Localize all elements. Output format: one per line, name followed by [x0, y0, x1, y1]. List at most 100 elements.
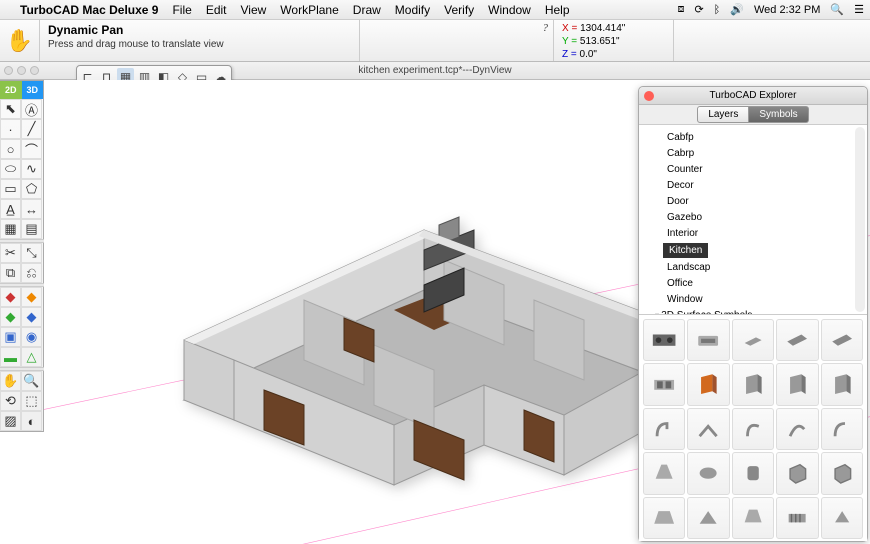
- pan-tool[interactable]: ✋: [0, 371, 21, 391]
- polygon-tool[interactable]: ⬠: [21, 179, 42, 199]
- annotation-tool[interactable]: A̲: [0, 199, 21, 219]
- prim-sphere-tool[interactable]: ◉: [21, 327, 42, 347]
- symbol-hood4[interactable]: [732, 497, 774, 539]
- circle-tool[interactable]: ○: [0, 139, 21, 159]
- extrude-orange-tool[interactable]: ◆: [21, 287, 42, 307]
- prim-cone-tool[interactable]: △: [21, 347, 42, 367]
- symbol-faucet1[interactable]: [643, 408, 685, 450]
- symbol-cabinet-gray2[interactable]: [776, 363, 818, 405]
- category-interior[interactable]: Interior: [663, 226, 867, 241]
- symbol-vent[interactable]: [776, 497, 818, 539]
- text-tool[interactable]: Ⓐ: [21, 99, 42, 119]
- symbol-faucet4[interactable]: [776, 408, 818, 450]
- render-tool[interactable]: ◐: [21, 411, 42, 431]
- explorer-panel: TurboCAD Explorer Layers Symbols Cabfp C…: [638, 86, 868, 542]
- symbol-hood1[interactable]: [643, 452, 685, 494]
- app-name[interactable]: TurboCAD Mac Deluxe 9: [20, 3, 158, 17]
- prim-cyl-tool[interactable]: ▬: [0, 347, 21, 367]
- menu-workplane[interactable]: WorkPlane: [280, 3, 338, 17]
- category-kitchen[interactable]: Kitchen: [663, 243, 708, 258]
- symbol-sink[interactable]: [687, 319, 729, 361]
- symbol-sink2[interactable]: [643, 363, 685, 405]
- category-gazebo[interactable]: Gazebo: [663, 210, 867, 225]
- spotlight-icon[interactable]: 🔍: [830, 3, 844, 16]
- symbol-hood5[interactable]: [821, 497, 863, 539]
- menu-window[interactable]: Window: [488, 3, 531, 17]
- menu-file[interactable]: File: [172, 3, 191, 17]
- symbol-fixture1[interactable]: [687, 452, 729, 494]
- tab-layers[interactable]: Layers: [697, 106, 749, 123]
- wireframe-tool[interactable]: ⬚: [21, 391, 42, 411]
- symbol-cabinet-gray1[interactable]: [732, 363, 774, 405]
- menu-bar: TurboCAD Mac Deluxe 9 File Edit View Wor…: [0, 0, 870, 20]
- symbol-cooktop[interactable]: [643, 319, 685, 361]
- sync-icon[interactable]: ⟳: [694, 3, 703, 16]
- symbol-counter2[interactable]: [776, 319, 818, 361]
- symbol-tree[interactable]: Cabfp Cabrp Counter Decor Door Gazebo In…: [639, 125, 867, 315]
- spline-tool[interactable]: ∿: [21, 159, 42, 179]
- close-button[interactable]: [644, 91, 654, 101]
- symbol-faucet5[interactable]: [821, 408, 863, 450]
- orbit-tool[interactable]: ⟲: [0, 391, 21, 411]
- offset-tool[interactable]: ⧉: [0, 263, 21, 283]
- section-3d-surface[interactable]: 3D Surface Symbols: [651, 308, 867, 315]
- category-cabfp[interactable]: Cabfp: [663, 130, 867, 145]
- category-office[interactable]: Office: [663, 276, 867, 291]
- symbol-grid: [639, 315, 867, 541]
- symbol-hood3[interactable]: [687, 497, 729, 539]
- category-door[interactable]: Door: [663, 194, 867, 209]
- trim-tool[interactable]: ✂: [0, 243, 21, 263]
- category-window[interactable]: Window: [663, 292, 867, 307]
- clock[interactable]: Wed 2:32 PM: [754, 4, 820, 16]
- ellipse-tool[interactable]: ⬭: [0, 159, 21, 179]
- notification-icon[interactable]: ☰: [854, 3, 864, 16]
- hatch-tool[interactable]: ▦: [0, 219, 21, 239]
- category-landscap[interactable]: Landscap: [663, 260, 867, 275]
- symbol-faucet3[interactable]: [732, 408, 774, 450]
- menu-draw[interactable]: Draw: [353, 3, 381, 17]
- symbol-box2[interactable]: [821, 452, 863, 494]
- shade-tool[interactable]: ▨: [0, 411, 21, 431]
- main-toolbox: 2D 3D ⬉ Ⓐ · ╱ ○ ⌒ ⬭ ∿ ▭ ⬠ A̲ ↔ ▦ ▤ ✂ ⤡ ⧉…: [0, 80, 44, 432]
- menu-modify[interactable]: Modify: [395, 3, 430, 17]
- mirror-tool[interactable]: ⎌: [21, 263, 42, 283]
- menu-edit[interactable]: Edit: [206, 3, 227, 17]
- tool-title: Dynamic Pan: [48, 23, 351, 37]
- fill-tool[interactable]: ▤: [21, 219, 42, 239]
- symbol-cabinet-gray3[interactable]: [821, 363, 863, 405]
- tab-symbols[interactable]: Symbols: [749, 106, 808, 123]
- line-tool[interactable]: ╱: [21, 119, 42, 139]
- category-decor[interactable]: Decor: [663, 178, 867, 193]
- menu-help[interactable]: Help: [545, 3, 570, 17]
- symbol-box1[interactable]: [776, 452, 818, 494]
- menu-view[interactable]: View: [241, 3, 267, 17]
- dimension-tool[interactable]: ↔: [21, 199, 42, 219]
- symbol-counter1[interactable]: [732, 319, 774, 361]
- zoom-tool[interactable]: 🔍: [21, 371, 42, 391]
- solid-green-tool[interactable]: ◆: [0, 307, 21, 327]
- select-tool[interactable]: ⬉: [0, 99, 21, 119]
- window-traffic-lights[interactable]: [4, 66, 39, 75]
- help-icon[interactable]: ?: [543, 22, 549, 34]
- category-cabrp[interactable]: Cabrp: [663, 146, 867, 161]
- symbol-disposal[interactable]: [732, 452, 774, 494]
- rect-tool[interactable]: ▭: [0, 179, 21, 199]
- solid-blue-tool[interactable]: ◆: [21, 307, 42, 327]
- arc-tool[interactable]: ⌒: [21, 139, 42, 159]
- extrude-red-tool[interactable]: ◆: [0, 287, 21, 307]
- tree-scrollbar[interactable]: [855, 127, 865, 312]
- dropbox-icon[interactable]: ⧈: [677, 3, 684, 16]
- point-tool[interactable]: ·: [0, 119, 21, 139]
- category-counter[interactable]: Counter: [663, 162, 867, 177]
- extend-tool[interactable]: ⤡: [21, 243, 42, 263]
- menu-verify[interactable]: Verify: [444, 3, 474, 17]
- volume-icon[interactable]: 🔊: [730, 3, 744, 16]
- symbol-counter3[interactable]: [821, 319, 863, 361]
- symbol-hood2[interactable]: [643, 497, 685, 539]
- bluetooth-icon[interactable]: ᛒ: [714, 4, 721, 16]
- prim-box-tool[interactable]: ▣: [0, 327, 21, 347]
- symbol-faucet2[interactable]: [687, 408, 729, 450]
- toggle-3d[interactable]: 3D: [22, 81, 44, 99]
- symbol-cabinet-wood[interactable]: [687, 363, 729, 405]
- toggle-2d[interactable]: 2D: [0, 81, 22, 99]
